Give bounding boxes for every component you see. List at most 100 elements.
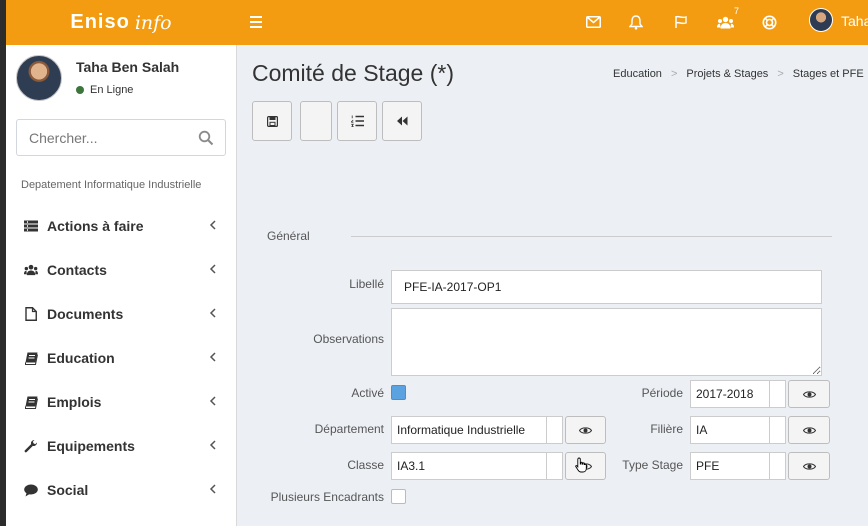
sidebar-menu: Actions à faire Contacts Documents Educa…	[6, 204, 236, 512]
sidebar: Taha Ben Salah En Ligne Depatement Infor…	[6, 45, 237, 526]
periode-value: 2017-2018	[696, 387, 754, 401]
filiere-label: Filière	[650, 422, 683, 436]
bell-icon[interactable]	[626, 12, 646, 32]
breadcrumb-item-education[interactable]: Education	[613, 68, 662, 80]
sidebar-user-name: Taha Ben Salah	[76, 59, 180, 75]
plusieurs-encadrants-checkbox[interactable]	[391, 489, 406, 504]
sidebar-item-label: Emplois	[47, 394, 102, 410]
sidebar-item-education[interactable]: Education	[6, 336, 236, 380]
notifications-badge: 7	[733, 6, 739, 16]
breadcrumb-separator: >	[777, 68, 784, 80]
eye-icon	[802, 426, 816, 434]
online-status-icon	[76, 86, 84, 94]
envelope-icon[interactable]	[583, 12, 603, 32]
users-icon[interactable]: 7	[715, 6, 739, 32]
type-stage-value: PFE	[696, 459, 720, 473]
chevron-left-icon	[209, 220, 216, 230]
app-logo[interactable]: Eniso info	[6, 0, 236, 45]
sidebar-item-contacts[interactable]: Contacts	[6, 248, 236, 292]
list-icon	[24, 219, 38, 233]
classe-select[interactable]: IA3.1	[391, 452, 563, 480]
department-header: Depatement Informatique Industrielle	[21, 179, 202, 191]
eye-icon	[579, 426, 592, 434]
filiere-view-button[interactable]	[788, 416, 830, 444]
chevron-left-icon	[209, 396, 216, 406]
departement-view-button[interactable]	[565, 416, 606, 444]
logo-main-text: Eniso	[70, 11, 130, 33]
chevron-left-icon	[209, 352, 216, 362]
users-icon	[24, 263, 38, 277]
type-stage-view-button[interactable]	[788, 452, 830, 480]
flag-icon[interactable]	[671, 12, 691, 32]
departement-value: Informatique Industrielle	[397, 423, 526, 437]
sidebar-item-documents[interactable]: Documents	[6, 292, 236, 336]
sidebar-toggle-icon[interactable]	[250, 13, 264, 31]
libelle-input[interactable]: PFE-IA-2017-OP1	[391, 270, 822, 304]
fast-backward-icon	[397, 116, 408, 126]
top-navbar: Eniso info 7 Taha	[6, 0, 868, 45]
search-input[interactable]	[17, 120, 197, 155]
lifebuoy-icon[interactable]	[759, 12, 779, 32]
chevron-left-icon	[209, 308, 216, 318]
active-checkbox[interactable]	[391, 385, 406, 400]
save-icon	[266, 115, 278, 127]
classe-label: Classe	[347, 458, 384, 472]
document-icon	[24, 307, 38, 321]
plusieurs-encadrants-label: Plusieurs Encadrants	[270, 490, 384, 504]
periode-label: Période	[641, 386, 683, 400]
filiere-select[interactable]: IA	[690, 416, 786, 444]
departement-label: Département	[314, 422, 384, 436]
sidebar-search	[16, 119, 226, 156]
breadcrumb-item-stages-pfe[interactable]: Stages et PFE	[793, 68, 864, 80]
save-button[interactable]	[252, 101, 292, 141]
top-user-name[interactable]: Taha	[841, 13, 868, 29]
avatar	[16, 55, 62, 101]
sidebar-item-equipements[interactable]: Equipements	[6, 424, 236, 468]
sidebar-item-label: Documents	[47, 306, 124, 322]
breadcrumb: Education > Projets & Stages > Stages et…	[613, 68, 864, 80]
classe-value: IA3.1	[397, 459, 426, 473]
back-button[interactable]	[382, 101, 422, 141]
classe-view-button[interactable]	[565, 452, 606, 480]
periode-view-button[interactable]	[788, 380, 830, 408]
sidebar-item-social[interactable]: Social	[6, 468, 236, 512]
sidebar-item-label: Equipements	[47, 438, 135, 454]
user-status: En Ligne	[76, 84, 133, 96]
departement-select[interactable]: Informatique Industrielle	[391, 416, 563, 444]
breadcrumb-item-projets-stages[interactable]: Projets & Stages	[686, 68, 768, 80]
comment-icon	[24, 483, 38, 497]
book-icon	[24, 395, 38, 409]
sidebar-item-label: Actions à faire	[47, 218, 144, 234]
active-label: Activé	[351, 386, 384, 400]
wrench-icon	[24, 439, 38, 453]
logo-sub-text: info	[134, 11, 172, 34]
libelle-label: Libellé	[349, 277, 384, 291]
chevron-left-icon	[209, 264, 216, 274]
sidebar-item-label: Social	[47, 482, 89, 498]
book-icon	[24, 351, 38, 365]
observations-textarea[interactable]	[391, 308, 822, 376]
ordered-list-icon	[350, 115, 364, 127]
filiere-value: IA	[696, 423, 708, 437]
page-title: Comité de Stage (*)	[252, 60, 454, 86]
list-button[interactable]	[337, 101, 377, 141]
sidebar-item-actions[interactable]: Actions à faire	[6, 204, 236, 248]
type-stage-select[interactable]: PFE	[690, 452, 786, 480]
section-title-general: Général	[267, 229, 310, 243]
eye-icon	[802, 390, 816, 398]
hand-cursor-icon	[575, 457, 587, 473]
periode-select[interactable]: 2017-2018	[690, 380, 786, 408]
chevron-left-icon	[209, 484, 216, 494]
user-avatar-small[interactable]	[809, 8, 833, 32]
breadcrumb-separator: >	[670, 68, 678, 80]
sidebar-item-label: Education	[47, 350, 115, 366]
chevron-left-icon	[209, 440, 216, 450]
sidebar-item-emplois[interactable]: Emplois	[6, 380, 236, 424]
type-stage-label: Type Stage	[622, 458, 683, 472]
search-icon[interactable]	[198, 130, 214, 146]
blank-button[interactable]	[300, 101, 332, 141]
section-divider	[351, 236, 832, 237]
sidebar-item-label: Contacts	[47, 262, 107, 278]
user-status-text: En Ligne	[90, 84, 134, 96]
eye-icon	[802, 462, 816, 470]
